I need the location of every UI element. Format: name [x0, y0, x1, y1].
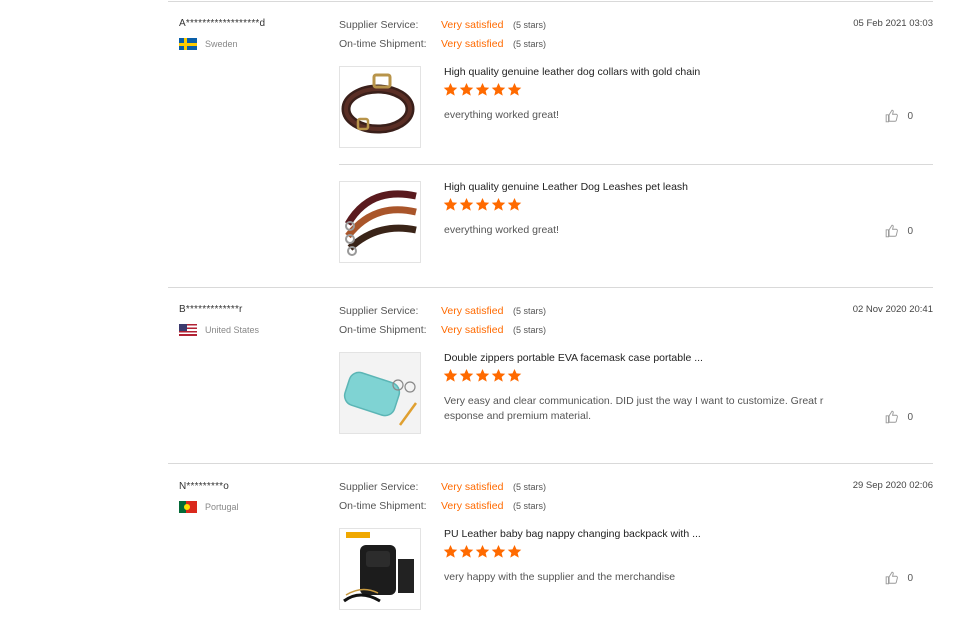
supplier-service-value: Very satisfied — [441, 481, 504, 493]
supplier-service-label: Supplier Service: — [339, 481, 419, 493]
review-text: very happy with the supplier and the mer… — [444, 571, 676, 583]
thumbs-up-icon — [886, 571, 899, 585]
star-icon — [459, 197, 474, 211]
product-title[interactable]: High quality genuine Leather Dog Leashes… — [444, 181, 688, 193]
product-stars — [443, 82, 523, 100]
star-icon — [475, 368, 490, 382]
supplier-service-value: Very satisfied — [441, 305, 504, 317]
review-date: 05 Feb 2021 03:03 — [853, 18, 933, 29]
review-text-line: Very easy and clear communication. DID j… — [444, 395, 824, 407]
shipment-value: Very satisfied — [441, 500, 504, 512]
star-icon — [475, 82, 490, 96]
star-icon — [475, 544, 490, 558]
product-review: High quality genuine leather dog collars… — [339, 66, 933, 148]
product-separator — [339, 164, 933, 165]
product-stars — [443, 197, 523, 215]
helpful-count: 0 — [907, 225, 913, 237]
sweden-flag-icon — [179, 38, 197, 50]
star-icon — [507, 544, 522, 558]
supplier-service-rating: Supplier Service: Very satisfied (5 star… — [339, 305, 546, 317]
country-label: Sweden — [205, 39, 238, 49]
shipment-label: On-time Shipment: — [339, 38, 427, 50]
buyer-country: Portugal — [179, 501, 239, 513]
thumbs-up-icon — [886, 410, 899, 424]
helpful-button[interactable]: 0 — [885, 410, 913, 424]
star-icon — [507, 368, 522, 382]
buyer-country: Sweden — [179, 38, 238, 50]
shipment-rating: On-time Shipment: Very satisfied (5 star… — [339, 500, 546, 512]
shipment-label: On-time Shipment: — [339, 500, 427, 512]
country-label: Portugal — [205, 502, 239, 512]
baby-bag-image[interactable] — [339, 528, 421, 610]
buyer-name: N*********o — [179, 481, 230, 492]
review-text: Very easy and clear communication. DID j… — [444, 394, 844, 424]
product-title[interactable]: Double zippers portable EVA facemask cas… — [444, 352, 703, 364]
shipment-value: Very satisfied — [441, 324, 504, 336]
buyer-country: United States — [179, 324, 259, 336]
product-stars — [443, 544, 523, 562]
buyer-name: A******************d — [179, 18, 266, 29]
star-icon — [443, 82, 458, 96]
review-text-line: esponse and premium material. — [444, 410, 592, 422]
star-icon — [491, 197, 506, 211]
thumbs-up-icon — [886, 224, 899, 238]
star-icon — [507, 82, 522, 96]
supplier-service-stars: (5 stars) — [513, 482, 547, 492]
review-date: 02 Nov 2020 20:41 — [852, 304, 933, 315]
shipment-rating: On-time Shipment: Very satisfied (5 star… — [339, 324, 546, 336]
star-icon — [459, 544, 474, 558]
supplier-service-rating: Supplier Service: Very satisfied (5 star… — [339, 19, 546, 31]
shipment-stars: (5 stars) — [513, 501, 547, 511]
review-date: 29 Sep 2020 02:06 — [852, 480, 933, 491]
helpful-count: 0 — [907, 411, 913, 423]
product-title[interactable]: PU Leather baby bag nappy changing backp… — [444, 528, 701, 540]
shipment-rating: On-time Shipment: Very satisfied (5 star… — [339, 38, 546, 50]
star-icon — [459, 368, 474, 382]
supplier-service-stars: (5 stars) — [513, 306, 547, 316]
shipment-stars: (5 stars) — [513, 39, 547, 49]
star-icon — [459, 82, 474, 96]
helpful-button[interactable]: 0 — [885, 109, 913, 123]
star-icon — [475, 197, 490, 211]
star-icon — [443, 197, 458, 211]
review-text: everything worked great! — [444, 224, 559, 236]
helpful-count: 0 — [907, 572, 913, 584]
us-flag-icon — [179, 324, 197, 336]
product-review: PU Leather baby bag nappy changing backp… — [339, 528, 933, 610]
mask-case-image[interactable] — [339, 352, 421, 434]
supplier-service-stars: (5 stars) — [513, 20, 547, 30]
star-icon — [507, 197, 522, 211]
product-review: Double zippers portable EVA facemask cas… — [339, 352, 933, 434]
star-icon — [491, 544, 506, 558]
dog-collar-image[interactable] — [339, 66, 421, 148]
portugal-flag-icon — [179, 501, 197, 513]
star-icon — [491, 82, 506, 96]
review-item: A******************d Sweden Supplier Ser… — [168, 0, 933, 288]
product-title[interactable]: High quality genuine leather dog collars… — [444, 66, 700, 78]
supplier-service-value: Very satisfied — [441, 19, 504, 31]
dog-leash-image[interactable] — [339, 181, 421, 263]
helpful-button[interactable]: 0 — [885, 571, 913, 585]
review-item: B*************r United States Supplier S… — [168, 288, 933, 464]
star-icon — [491, 368, 506, 382]
shipment-stars: (5 stars) — [513, 325, 547, 335]
helpful-button[interactable]: 0 — [885, 224, 913, 238]
review-text: everything worked great! — [444, 109, 559, 121]
buyer-name: B*************r — [179, 304, 243, 315]
review-item: N*********o Portugal Supplier Service: V… — [168, 464, 933, 621]
product-review: High quality genuine Leather Dog Leashes… — [339, 181, 933, 263]
country-label: United States — [205, 325, 260, 335]
supplier-service-label: Supplier Service: — [339, 19, 419, 31]
shipment-value: Very satisfied — [441, 38, 504, 50]
product-stars — [443, 368, 523, 386]
supplier-service-rating: Supplier Service: Very satisfied (5 star… — [339, 481, 546, 493]
star-icon — [443, 544, 458, 558]
supplier-service-label: Supplier Service: — [339, 305, 419, 317]
thumbs-up-icon — [886, 109, 899, 123]
star-icon — [443, 368, 458, 382]
helpful-count: 0 — [907, 110, 913, 122]
shipment-label: On-time Shipment: — [339, 324, 427, 336]
